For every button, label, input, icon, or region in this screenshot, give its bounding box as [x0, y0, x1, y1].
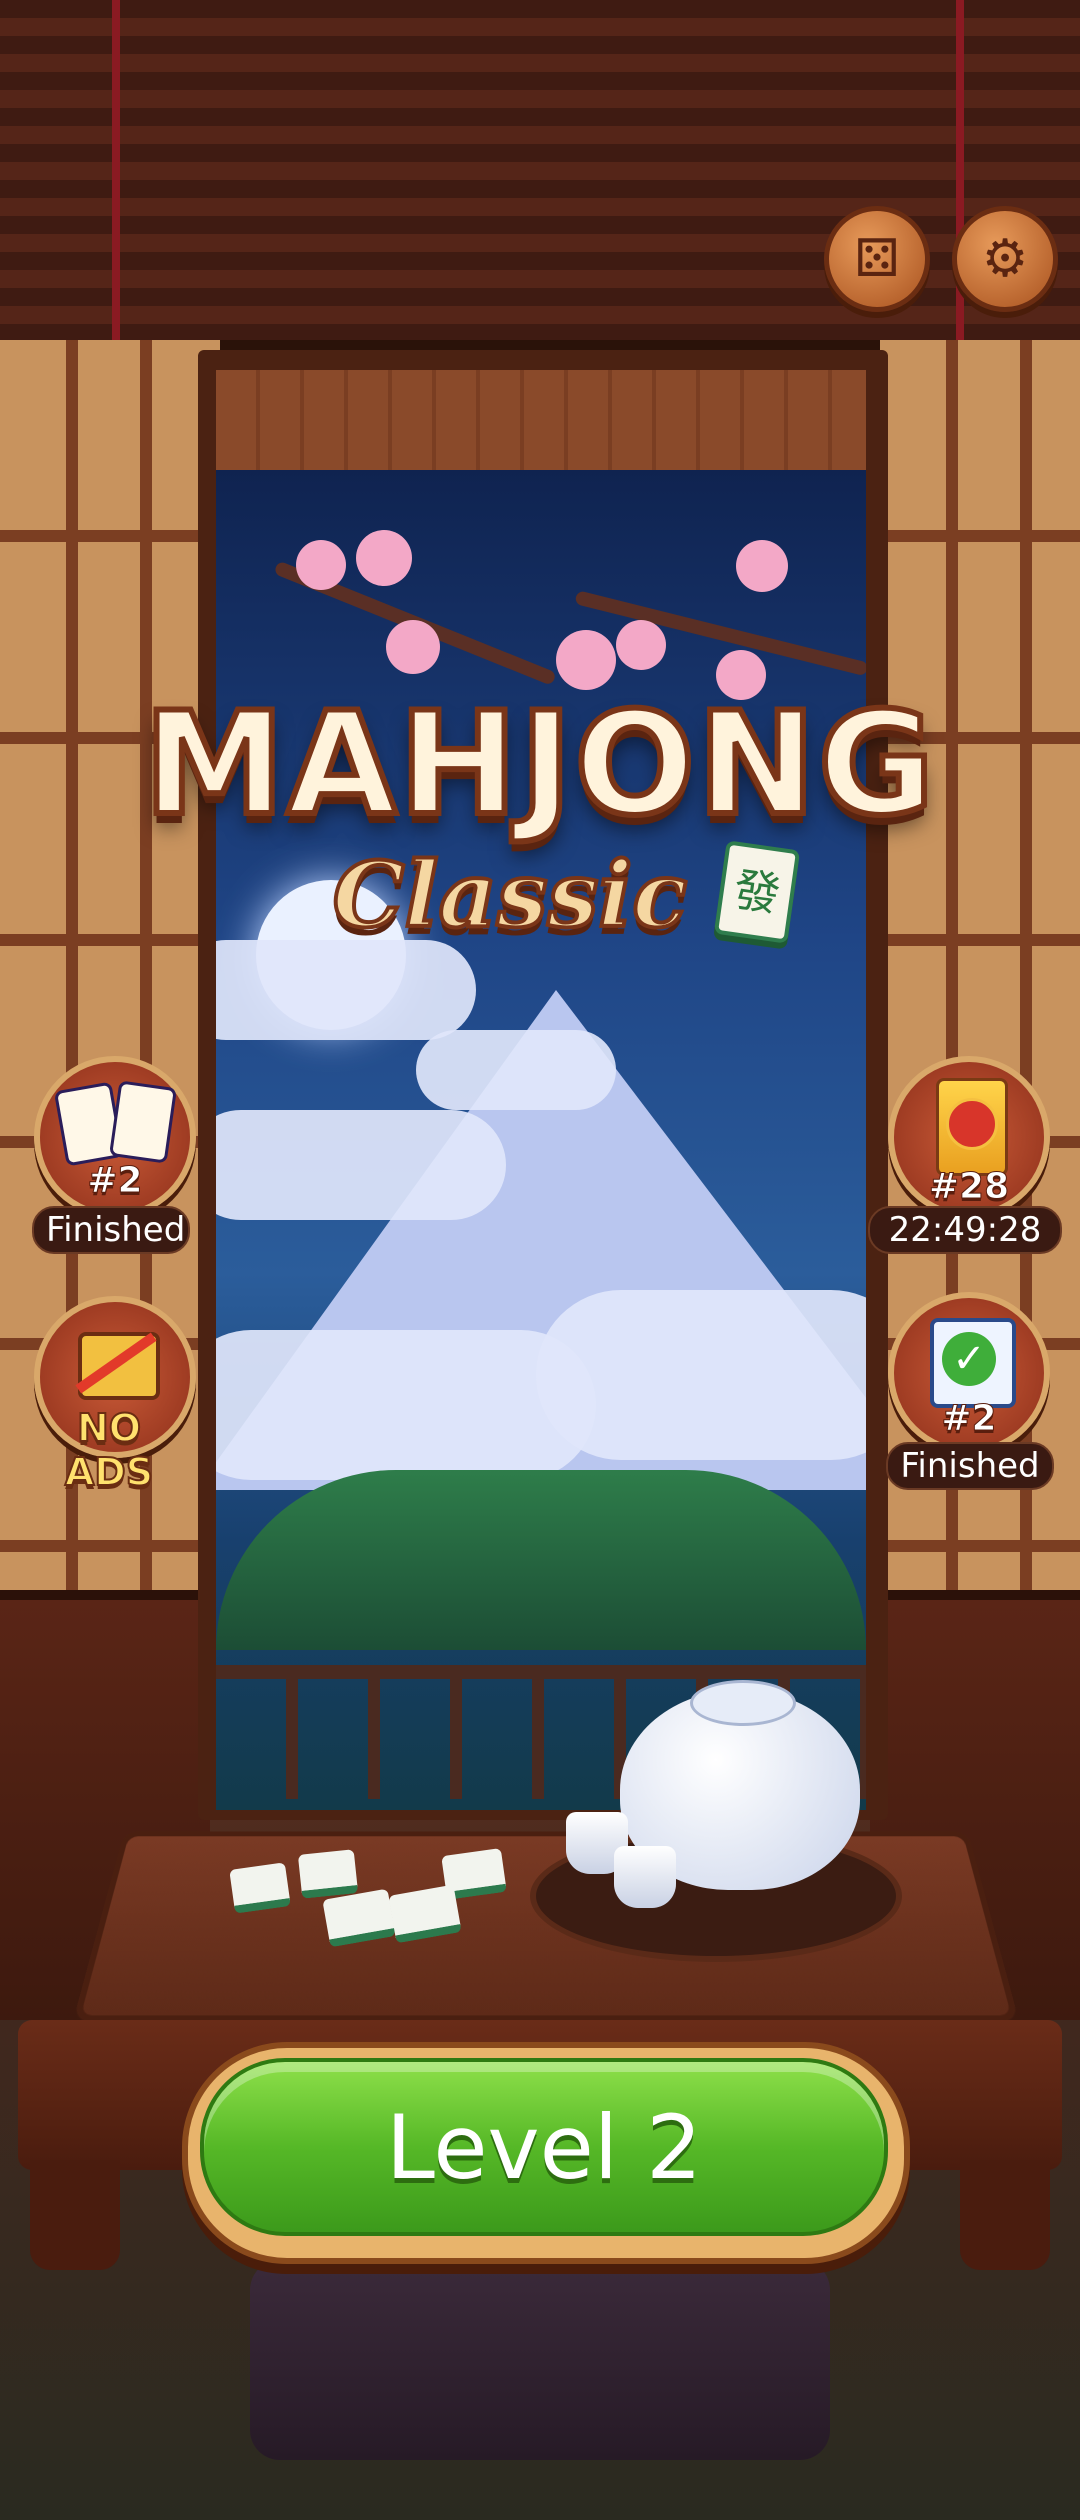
gear-icon: ⚙: [981, 229, 1029, 289]
dice-button[interactable]: ⚄: [824, 206, 930, 312]
floor-cushion: [250, 2260, 830, 2460]
cherry-blossom: [556, 630, 616, 690]
daily-challenge-badge[interactable]: ✓ #2 Finished: [882, 1292, 1054, 1492]
window-blinds: [0, 0, 1080, 350]
check-mark-icon: ✓: [942, 1332, 996, 1386]
cloud: [216, 940, 476, 1040]
cherry-blossom: [616, 620, 666, 670]
grass-hill: [216, 1470, 866, 1650]
play-level-button[interactable]: Level 2: [200, 2058, 888, 2236]
cherry-blossom: [736, 540, 788, 592]
cherry-blossom: [386, 620, 440, 674]
no-ads-badge[interactable]: NO ADS: [28, 1296, 198, 1495]
cherry-blossom: [356, 530, 412, 586]
lantern-card-icon: #28: [888, 1056, 1050, 1218]
cherry-blossom: [296, 540, 346, 590]
badge-number: #2: [941, 1398, 997, 1440]
mahjong-tile: [229, 1862, 291, 1914]
red-lantern: [946, 1098, 998, 1150]
badge-status-label: Finished: [32, 1206, 190, 1254]
no-ads-label: NO ADS: [64, 1405, 154, 1495]
red-dragon-tile: [108, 1080, 178, 1164]
mahjong-tile: [297, 1849, 359, 1899]
table-leg: [30, 2160, 120, 2270]
dragon-tiles-event-badge[interactable]: #2 Finished: [28, 1056, 198, 1256]
table-leg: [960, 2160, 1050, 2270]
cloud: [536, 1290, 866, 1460]
night-scenery: [216, 470, 866, 1810]
cloud: [216, 1110, 506, 1220]
event-countdown-timer: 22:49:28: [868, 1206, 1062, 1254]
badge-status-label: Finished: [886, 1442, 1054, 1490]
teapot-lid: [690, 1680, 796, 1726]
calendar-check-icon: ✓ #2: [888, 1292, 1050, 1454]
badge-number: #2: [87, 1160, 143, 1202]
tea-cup: [614, 1846, 676, 1908]
game-subtitle: Classic: [331, 840, 689, 950]
badge-number: #28: [928, 1166, 1010, 1208]
dice-icon: ⚄: [854, 229, 900, 289]
dragon-tiles-icon: #2: [34, 1056, 196, 1218]
mahjong-tile-icon: 發: [713, 840, 801, 944]
cloud: [416, 1030, 616, 1110]
lantern-event-badge[interactable]: #28 22:49:28: [868, 1056, 1062, 1256]
window-top-shade: [216, 370, 866, 470]
game-title: MAHJONG: [141, 682, 938, 847]
settings-button[interactable]: ⚙: [952, 206, 1058, 312]
